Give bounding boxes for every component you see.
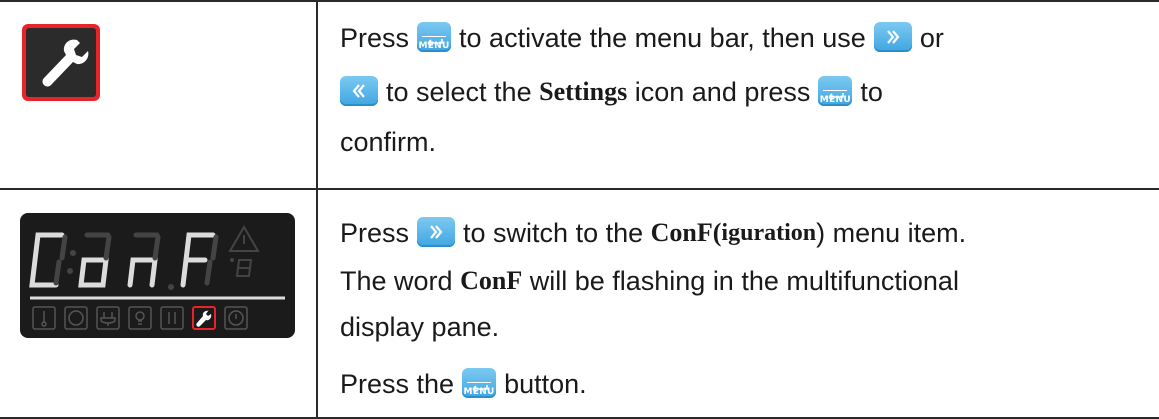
text: will be flashing in the multifunctional xyxy=(529,265,959,296)
text: Press xyxy=(340,22,410,53)
column-divider xyxy=(316,0,318,419)
row2-line4: Press the MENU button. xyxy=(340,361,587,403)
arrow-left-button-icon xyxy=(340,75,378,106)
table-top-border xyxy=(0,0,1159,2)
menu-button-icon: MENU xyxy=(818,75,853,106)
wrench-icon xyxy=(22,24,100,101)
menu-button-icon: MENU xyxy=(462,367,497,398)
arrow-right-button-icon xyxy=(417,216,456,247)
row-divider xyxy=(0,188,1159,190)
text: to switch to the xyxy=(463,217,644,248)
text: The word xyxy=(340,265,453,296)
text: or xyxy=(919,22,944,53)
row1-line2: to select the Settings icon and press MEN… xyxy=(340,69,883,111)
text: to activate the menu bar, then use xyxy=(459,22,866,53)
text: button. xyxy=(504,368,587,399)
text: to select the xyxy=(386,76,532,107)
text: Press xyxy=(340,217,410,248)
text: Press the xyxy=(340,368,455,399)
display-panel xyxy=(20,213,295,338)
instruction-table: Press MENU to activate the menu bar, then … xyxy=(0,0,1159,419)
conf-term: ConF xyxy=(460,265,523,295)
iguration-term: iguration xyxy=(721,219,817,246)
row2-line3: display pane. xyxy=(340,312,500,342)
row2-line2: The word ConF will be flashing in the mu… xyxy=(340,258,959,300)
menu-button-icon: MENU xyxy=(417,21,452,52)
row1-line1: Press MENU to activate the menu bar, then … xyxy=(340,15,944,57)
row1-line3: confirm. xyxy=(340,127,437,157)
conf-term: ConF( xyxy=(650,217,722,247)
arrow-right-button-icon xyxy=(873,21,912,52)
text: menu item. xyxy=(832,217,967,248)
text: ) xyxy=(816,217,826,248)
text: to xyxy=(860,76,883,107)
text: icon and press xyxy=(634,76,811,107)
row2-line1: Press to switch to the ConF(iguration) me… xyxy=(340,210,966,252)
settings-term: Settings xyxy=(539,76,628,106)
